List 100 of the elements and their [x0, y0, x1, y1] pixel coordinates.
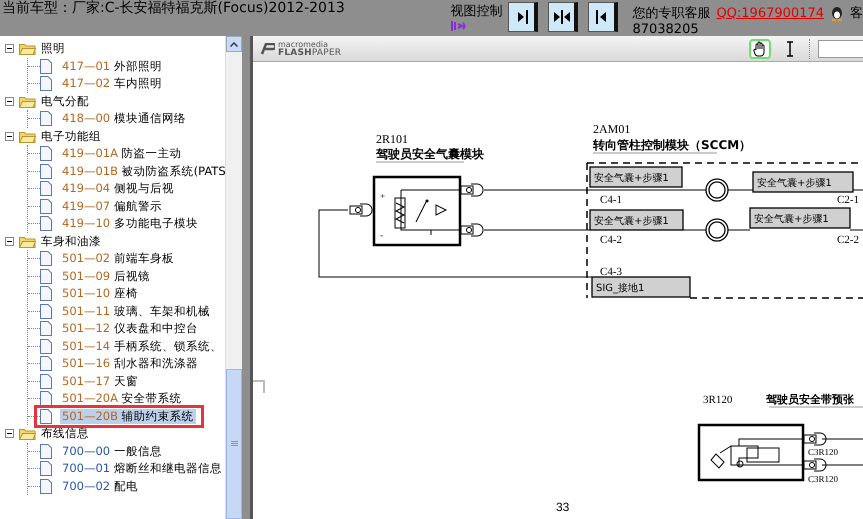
tree-item[interactable]: 419—10 多功能电子模块	[60, 216, 200, 232]
tree-item[interactable]: 417—01 外部照明	[60, 58, 164, 74]
splice-symbol	[705, 178, 729, 202]
document-icon	[40, 286, 52, 302]
logo-icon	[261, 42, 275, 54]
folder-icon	[19, 427, 36, 440]
tree-item[interactable]: 419—01B 被动防盗系统(PATS	[60, 164, 225, 179]
view-button[interactable]	[548, 2, 578, 32]
phone-number: 87038205	[632, 22, 700, 37]
tree-item[interactable]: 700—02 配电	[60, 478, 140, 494]
tree-item[interactable]: 501—09 后视镜	[60, 268, 152, 284]
tree-item[interactable]: 418—00 模块通信网络	[60, 111, 188, 126]
document-icon	[40, 338, 52, 354]
document-icon	[40, 251, 52, 266]
pin-label: C2-1	[837, 194, 859, 206]
tree-item[interactable]: 501—11 玻璃、车架和机械	[60, 304, 212, 319]
document-icon	[40, 146, 52, 162]
tree-item[interactable]: 419—01A 防盗一主动	[60, 146, 184, 162]
document-icon	[40, 304, 52, 319]
folder-label[interactable]: 电子功能组	[41, 128, 101, 144]
grip-icon	[230, 441, 238, 447]
scrollbar-thumb[interactable]	[226, 369, 242, 519]
pin-label: C2-2	[837, 234, 859, 246]
circuit-label: 安全气囊+步骤1	[757, 178, 832, 189]
connector-symbol	[460, 224, 484, 236]
circuit-label: 安全气囊+步骤1	[594, 173, 669, 184]
document-icon	[40, 408, 52, 424]
document-icon	[40, 76, 52, 92]
document-icon	[40, 58, 52, 74]
module-name: 转向管柱控制模块（SCCM）	[593, 138, 752, 152]
tree-item[interactable]: 501—10 座椅	[60, 286, 140, 302]
document-icon	[40, 478, 52, 494]
input-field[interactable]	[818, 40, 863, 58]
tree-item[interactable]: 501—14 手柄系统、锁系统、	[60, 338, 224, 354]
document-icon	[40, 321, 52, 336]
folder-label[interactable]: 电气分配	[41, 94, 89, 109]
document-icon	[40, 391, 52, 406]
minus-sign: -	[380, 230, 383, 240]
connector-symbol	[460, 184, 484, 196]
scroll-up-button[interactable]	[226, 36, 242, 52]
chevron-up-icon	[230, 42, 238, 46]
folder-label[interactable]: 车身和油漆	[41, 234, 101, 249]
tree-item[interactable]: 417—02 车内照明	[60, 76, 164, 92]
folder-icon	[19, 42, 36, 56]
logo-text: FLASHPAPER	[278, 48, 342, 58]
document-icon	[40, 216, 52, 232]
collapse-both-icon	[552, 7, 572, 27]
tree-item[interactable]: 700—01 熔断丝和继电器信息	[60, 461, 224, 476]
tree-item[interactable]: 419—07 偏航警示	[60, 198, 164, 214]
pin-label: C4-2	[600, 234, 622, 246]
service-label: 客	[850, 5, 863, 22]
connector-label: C3R120	[808, 474, 838, 484]
collapse-icon[interactable]	[5, 236, 14, 246]
module-id: 2AM01	[593, 122, 630, 136]
circuit-label: 安全气囊+步骤1	[594, 216, 669, 227]
tree-item[interactable]: 501—02 前端车身板	[60, 251, 176, 266]
tree-item[interactable]: 501—20B 辅助约束系统	[60, 408, 196, 424]
plus-sign: +	[380, 191, 386, 201]
car-model-title: 当前车型：厂家:C-长安福特福克斯(Focus)2012-2013	[1, 1, 346, 15]
service-label: 您的专职客服	[632, 5, 710, 22]
document-icon	[40, 356, 52, 372]
module-name: 驾驶员安全带预张	[766, 393, 854, 406]
collapse-icon[interactable]	[5, 132, 14, 141]
pin-label: C4-3	[600, 266, 622, 278]
view-button[interactable]	[588, 2, 618, 32]
document-icon	[40, 374, 52, 389]
document-icon	[40, 444, 52, 459]
folder-icon	[19, 234, 36, 248]
pin-label: C4-1	[600, 194, 622, 206]
connector-label: C3R120	[808, 447, 838, 457]
folder-label[interactable]: 照明	[41, 41, 65, 56]
logo-text: macromedia	[278, 40, 328, 48]
document-icon	[40, 268, 52, 284]
text-cursor-icon	[786, 40, 794, 56]
folder-label[interactable]: 布线信息	[41, 426, 89, 442]
page-corner-mark	[253, 380, 265, 394]
splice-symbol	[705, 218, 729, 242]
connector-symbol	[804, 458, 826, 472]
tree-item[interactable]: 700—00 一般信息	[60, 444, 164, 459]
tree-item[interactable]: 501—20A 安全带系统	[60, 391, 184, 406]
tree-item[interactable]: 501—16 刮水器和洗涤器	[60, 356, 200, 372]
module-id: 3R120	[703, 394, 732, 406]
hand-tool-button[interactable]	[749, 38, 771, 58]
view-control-label: 视图控制	[450, 3, 502, 20]
tree-item[interactable]: 419—04 侧视与后视	[60, 181, 176, 196]
collapse-icon[interactable]	[5, 96, 14, 106]
document-icon	[40, 111, 52, 126]
circuit-label: SIG_接地1	[596, 283, 644, 294]
folder-icon	[19, 94, 36, 108]
collapse-icon[interactable]	[5, 44, 14, 54]
view-button[interactable]	[508, 2, 538, 32]
document-icon	[40, 198, 52, 214]
document-icon	[40, 181, 52, 196]
tree-item[interactable]: 501—17 天窗	[60, 374, 140, 389]
document-icon	[40, 461, 52, 476]
tree-item[interactable]: 501—12 仪表盘和中控台	[60, 321, 200, 336]
module-name: 驾驶员安全气囊模块	[376, 147, 484, 161]
penguin-icon	[830, 5, 844, 21]
document-icon	[40, 164, 52, 179]
collapse-icon[interactable]	[5, 429, 14, 438]
